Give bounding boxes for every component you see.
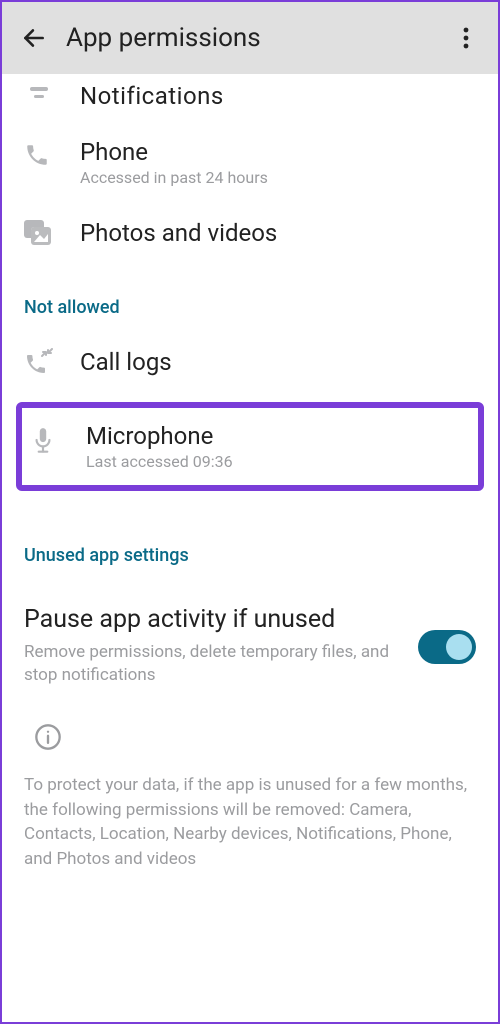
back-button[interactable] xyxy=(16,25,52,51)
pause-toggle[interactable] xyxy=(418,630,476,664)
info-icon-row xyxy=(2,699,498,757)
pause-app-activity-row[interactable]: Pause app activity if unused Remove perm… xyxy=(2,576,498,699)
more-button[interactable] xyxy=(448,26,484,50)
permission-subtext: Last accessed 09:36 xyxy=(86,452,470,471)
permission-label: Phone xyxy=(80,138,476,166)
permission-label: Microphone xyxy=(86,422,470,450)
permission-label: Notifications xyxy=(80,82,476,110)
info-icon xyxy=(34,723,62,751)
content-area: Notifications Phone Accessed in past 24 … xyxy=(2,74,498,892)
pause-subtext: Remove permissions, delete temporary fil… xyxy=(24,641,410,687)
permission-row-microphone[interactable]: Microphone Last accessed 09:36 xyxy=(16,402,484,491)
permission-label: Photos and videos xyxy=(80,219,476,247)
more-vert-icon xyxy=(463,26,469,50)
arrow-left-icon xyxy=(21,25,47,51)
footer-text: To protect your data, if the app is unus… xyxy=(2,757,498,872)
phone-icon xyxy=(24,138,80,168)
permission-subtext: Accessed in past 24 hours xyxy=(80,168,476,187)
app-bar: App permissions xyxy=(2,2,498,74)
permission-row-calllogs[interactable]: Call logs xyxy=(2,328,498,396)
photos-icon xyxy=(24,220,80,246)
permission-row-notifications[interactable]: Notifications xyxy=(2,74,498,122)
permission-row-phone[interactable]: Phone Accessed in past 24 hours xyxy=(2,122,498,203)
calllogs-icon xyxy=(24,348,80,376)
pause-title: Pause app activity if unused xyxy=(24,604,410,635)
permission-label: Call logs xyxy=(80,348,476,376)
toggle-knob xyxy=(446,634,472,660)
page-title: App permissions xyxy=(66,23,448,53)
notifications-icon xyxy=(24,87,80,105)
permission-row-photos[interactable]: Photos and videos xyxy=(2,203,498,263)
section-unused: Unused app settings xyxy=(2,497,498,576)
microphone-icon xyxy=(30,422,86,456)
section-not-allowed: Not allowed xyxy=(2,263,498,328)
